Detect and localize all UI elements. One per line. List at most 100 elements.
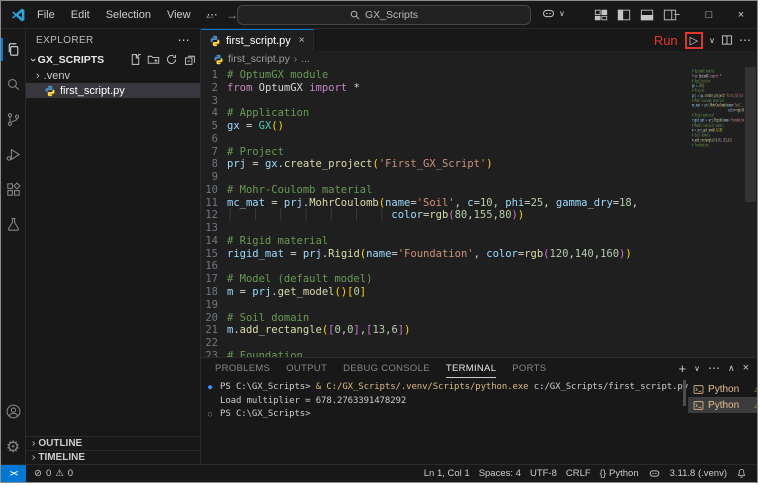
breadcrumb-symbol[interactable]: ... [301,53,310,65]
terminal-scrollbar[interactable] [683,380,687,406]
run-button[interactable]: ▷ [684,31,704,49]
workspace-section-header[interactable]: › GX_SCRIPTS [26,51,200,68]
copilot-status-icon[interactable] [648,467,661,480]
new-folder-icon[interactable] [147,53,160,66]
workspace-name: GX_SCRIPTS [37,53,105,66]
activity-explorer-icon[interactable] [1,32,26,67]
tab-first-script[interactable]: first_script.py × [201,29,314,51]
breadcrumb-file[interactable]: first_script.py [228,53,290,65]
code-line[interactable]: 1 # OptumGX module [201,69,757,82]
panel-tab[interactable]: DEBUG CONSOLE [343,358,430,378]
code-line[interactable]: 6 [201,133,757,146]
new-file-icon[interactable] [129,53,142,66]
more-actions-icon[interactable]: ⋯ [739,33,751,47]
code-line[interactable]: 4 # Application [201,107,757,120]
menu-item[interactable]: Selection [98,9,159,21]
status-indentation[interactable]: Spaces: 4 [479,468,521,479]
code-line[interactable]: 2 from OptumGX import * [201,82,757,95]
panel-more-actions-icon[interactable]: ⋯ [708,361,720,375]
collapse-all-icon[interactable] [183,53,196,66]
code-line[interactable]: 13 [201,222,757,235]
code-line[interactable]: 18 m = prj.get_model()[0] [201,286,757,299]
tree-item-venv[interactable]: › .venv [26,68,200,83]
terminal-output[interactable]: ● PS C:\GX_Scripts> & C:/GX_Scripts/.venv… [201,378,688,464]
code-line[interactable]: 5 gx = GX() [201,120,757,133]
status-language[interactable]: {} Python [600,468,639,479]
close-tab-icon[interactable]: × [299,35,305,46]
code-line[interactable]: 11 mc_mat = prj.MohrCoulomb(name='Soil', … [201,197,757,210]
minimap[interactable]: # OptumGX module from OptumGX import * # A… [692,69,744,194]
status-python-interpreter[interactable]: 3.11.8 (.venv) [670,468,727,479]
code-line[interactable]: 17 # Model (default model) [201,273,757,286]
code-line[interactable]: 20 # Soil domain [201,312,757,325]
status-eol[interactable]: CRLF [566,468,591,479]
code-line[interactable]: 3 [201,95,757,108]
maximize-button[interactable]: □ [693,9,725,21]
editor-scrollbar[interactable] [744,67,757,357]
warning-count: 0 [67,468,74,479]
notifications-bell-icon[interactable] [736,468,747,479]
explorer-more-actions-icon[interactable]: ⋯ [178,33,190,47]
activity-search-icon[interactable] [1,67,26,102]
panel-tab[interactable]: PORTS [512,358,546,378]
code-line[interactable]: 9 [201,171,757,184]
command-decoration-icon[interactable]: ○ [208,408,212,422]
menu-bar: File Edit Selection View ⋯ [29,1,226,28]
code-line[interactable]: 21 m.add_rectangle([0,0],[13,6]) [201,324,757,337]
maximize-panel-icon[interactable]: ∧ [728,363,735,374]
close-panel-icon[interactable]: × [743,362,749,374]
panel-tab[interactable]: PROBLEMS [215,358,270,378]
toggle-sidebar-icon[interactable] [617,8,631,22]
activity-testing-icon[interactable] [1,207,26,242]
menu-item[interactable]: Edit [63,9,98,21]
refresh-icon[interactable] [165,53,178,66]
problems-status[interactable]: ⊘ 0 ⚠ 0 [34,468,73,479]
terminal-instance-row[interactable]: Python ⚠ [688,397,757,413]
code-line[interactable]: 7 # Project [201,146,757,159]
menu-item[interactable]: View [159,9,199,21]
command-center-search[interactable]: GX_Scripts [237,5,531,25]
activity-run-debug-icon[interactable] [1,137,26,172]
code-line[interactable]: 8 prj = gx.create_project('First_GX_Scrip… [201,158,757,171]
terminal-instance-row[interactable]: Python ⚠ [688,381,757,397]
panel-tab[interactable]: TERMINAL [446,358,496,378]
code-line[interactable]: 19 [201,299,757,312]
status-encoding[interactable]: UTF-8 [530,468,557,479]
code-line[interactable]: 12 │ │ │ │ │ │ │ color=rgb(80,155,80)) [201,209,757,222]
python-file-icon [210,35,220,46]
remote-indicator[interactable]: >< [1,465,26,482]
split-editor-icon[interactable] [721,34,733,46]
activity-source-control-icon[interactable] [1,102,26,137]
status-bar-right: Ln 1, Col 1 Spaces: 4 UTF-8 CRLF {} Pyth… [424,467,747,480]
code-line[interactable]: 14 # Rigid material [201,235,757,248]
code-line[interactable]: 16 [201,260,757,273]
status-cursor-position[interactable]: Ln 1, Col 1 [424,468,470,479]
panel-tab[interactable]: OUTPUT [286,358,327,378]
menu-item[interactable]: File [29,9,63,21]
terminal-profile-chevron-icon[interactable]: ∨ [694,364,700,373]
tree-item-first-script[interactable]: first_script.py [26,83,200,98]
copilot-menu[interactable]: ∨ [541,6,565,21]
new-terminal-icon[interactable]: + [679,361,687,376]
close-button[interactable]: × [725,9,757,21]
settings-gear-icon[interactable]: ⚙ [1,429,26,464]
outline-section[interactable]: › OUTLINE [26,436,200,450]
timeline-section[interactable]: › TIMELINE [26,450,200,464]
accounts-icon[interactable] [1,394,26,429]
minimize-button[interactable]: − [661,9,693,21]
back-icon[interactable]: ← [204,8,216,22]
customize-layout-icon[interactable] [594,8,608,22]
code-line[interactable]: 10 # Mohr-Coulomb material [201,184,757,197]
minimap-content: # OptumGX module from OptumGX import * # A… [692,69,744,148]
activity-extensions-icon[interactable] [1,172,26,207]
history-nav: ← → [204,1,238,28]
command-decoration-icon[interactable]: ● [208,381,212,395]
run-dropdown-chevron-icon[interactable]: ∨ [709,36,715,45]
code-line[interactable]: 15 rigid_mat = prj.Rigid(name='Foundation… [201,248,757,261]
code-line[interactable]: 22 [201,337,757,350]
code-editor[interactable]: 1 # OptumGX module 2 from OptumGX import * 3… [201,67,757,357]
breadcrumb[interactable]: first_script.py › ... [201,51,757,67]
scrollbar-slider[interactable] [745,67,756,202]
toggle-panel-icon[interactable] [640,8,654,22]
code-line[interactable]: 23 # Foundation [201,350,757,357]
